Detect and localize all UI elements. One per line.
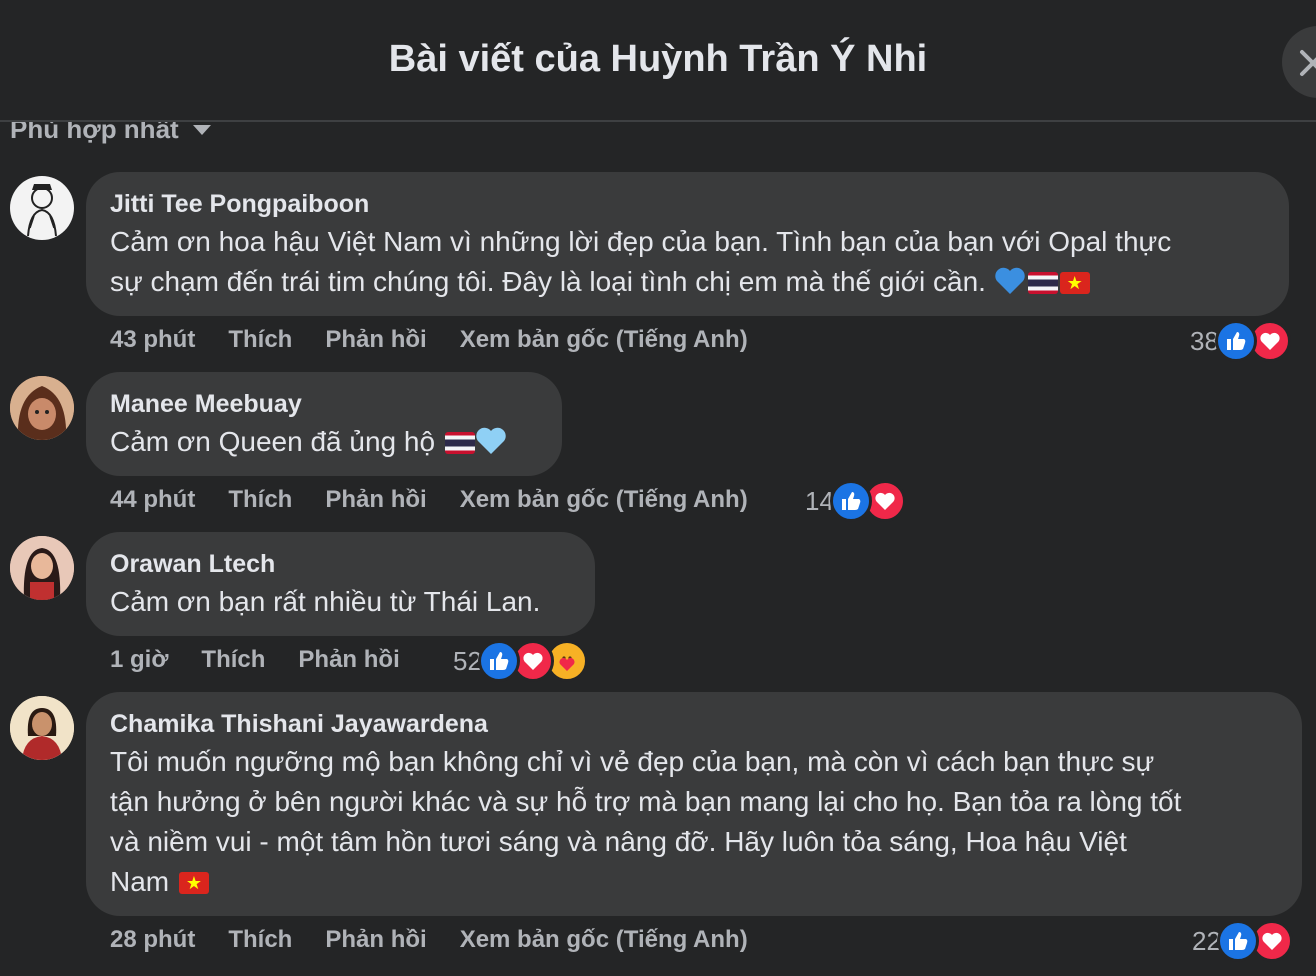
light-blue-heart-emoji (476, 427, 506, 454)
blue-heart-emoji (995, 267, 1025, 294)
like-reaction-icon (1214, 320, 1257, 362)
comment-text: Cảm ơn hoa hậu Việt Nam vì những lời đẹp… (110, 226, 1172, 297)
comment-time[interactable]: 28 phút (110, 926, 195, 954)
close-icon (1300, 50, 1316, 76)
like-reaction-icon (829, 480, 872, 522)
avatar[interactable] (10, 536, 74, 600)
reaction-summary[interactable]: 22 (1192, 920, 1293, 962)
comment-bubble: Jitti Tee Pongpaiboon Cảm ơn hoa hậu Việ… (86, 172, 1289, 316)
reaction-summary[interactable]: 38 (1190, 320, 1291, 362)
dialog-title: Bài viết của Huỳnh Trần Ý Nhi (388, 38, 928, 80)
comment-author[interactable]: Manee Meebuay (110, 388, 538, 420)
reply-link[interactable]: Phản hồi (325, 326, 426, 354)
reply-link[interactable]: Phản hồi (325, 486, 426, 514)
see-original-link[interactable]: Xem bản gốc (Tiếng Anh) (460, 486, 748, 514)
like-link[interactable]: Thích (228, 486, 292, 514)
like-link[interactable]: Thích (228, 326, 292, 354)
comment-bubble: Chamika Thishani Jayawardena Tôi muốn ng… (86, 692, 1302, 916)
comment-author[interactable]: Chamika Thishani Jayawardena (110, 708, 1278, 740)
comment-actions: 28 phút Thích Phản hồi Xem bản gốc (Tiến… (110, 926, 781, 954)
thai-flag-emoji (1027, 272, 1058, 294)
like-reaction-icon (1216, 920, 1259, 962)
comment-author[interactable]: Jitti Tee Pongpaiboon (110, 188, 1265, 220)
caret-down-icon (192, 124, 211, 135)
reply-link[interactable]: Phản hồi (298, 646, 399, 674)
comment-time[interactable]: 1 giờ (110, 646, 168, 674)
avatar[interactable] (10, 176, 74, 240)
reaction-summary[interactable]: 52 (453, 640, 588, 682)
comment-actions: 44 phút Thích Phản hồi Xem bản gốc (Tiến… (110, 486, 781, 514)
close-button[interactable] (1282, 26, 1316, 98)
avatar[interactable] (10, 696, 74, 760)
comment-actions: 1 giờ Thích Phản hồi (110, 646, 433, 674)
comment-text: Cảm ơn bạn rất nhiều từ Thái Lan. (110, 586, 541, 617)
comment-actions: 43 phút Thích Phản hồi Xem bản gốc (Tiến… (110, 326, 781, 354)
reaction-summary[interactable]: 14 (805, 480, 906, 522)
like-reaction-icon (477, 640, 520, 682)
like-link[interactable]: Thích (201, 646, 265, 674)
comment-bubble: Orawan Ltech Cảm ơn bạn rất nhiều từ Thá… (86, 532, 595, 636)
see-original-link[interactable]: Xem bản gốc (Tiếng Anh) (460, 326, 748, 354)
comment-time[interactable]: 43 phút (110, 326, 195, 354)
vietnam-flag-emoji: ★ (178, 872, 209, 894)
comment-text: Cảm ơn Queen đã ủng hộ (110, 422, 538, 462)
dialog-header: Bài viết của Huỳnh Trần Ý Nhi (0, 0, 1316, 122)
like-link[interactable]: Thích (228, 926, 292, 954)
avatar[interactable] (10, 376, 74, 440)
comment-bubble: Manee Meebuay Cảm ơn Queen đã ủng hộ (86, 372, 562, 476)
comment-time[interactable]: 44 phút (110, 486, 195, 514)
thai-flag-emoji (444, 432, 475, 454)
reply-link[interactable]: Phản hồi (325, 926, 426, 954)
see-original-link[interactable]: Xem bản gốc (Tiếng Anh) (460, 926, 748, 954)
comment-text: Tôi muốn ngưỡng mộ bạn không chỉ vì vẻ đ… (110, 746, 1182, 897)
comment-author[interactable]: Orawan Ltech (110, 548, 571, 580)
vietnam-flag-emoji: ★ (1059, 272, 1090, 294)
